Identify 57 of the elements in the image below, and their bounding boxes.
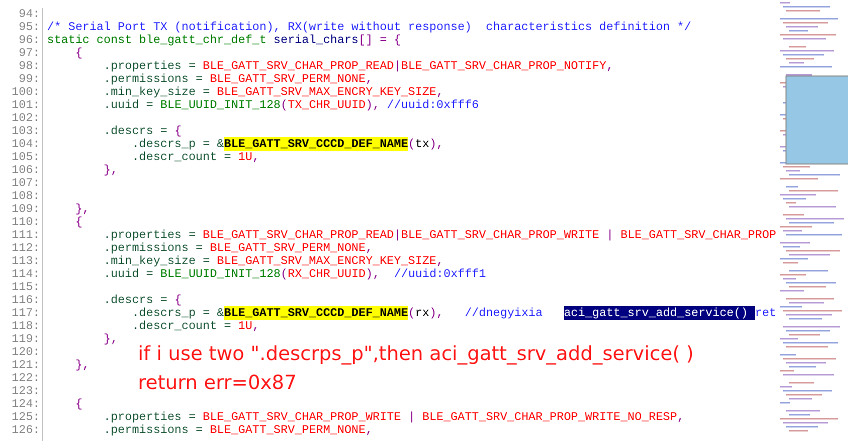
code-line: .permissions = BLE_GATT_SRV_PERM_NONE, (102, 242, 373, 255)
line-number: 117: (12, 307, 40, 320)
code-line: }, (102, 333, 118, 346)
line-number: 101: (12, 99, 40, 112)
line-number: 121: (12, 359, 40, 372)
line-number: 118: (12, 320, 40, 333)
line-number: 105: (12, 151, 40, 164)
code-line: { (74, 47, 82, 60)
line-number: 115: (12, 281, 40, 294)
code-line: }, (102, 164, 118, 177)
code-line: .min_key_size = BLE_GATT_SRV_MAX_ENCRY_KEY_SIZE, (102, 86, 444, 99)
code-line: static const ble_gatt_chr_def_t serial_chars[] = { (47, 34, 401, 47)
code-line: }, (74, 359, 90, 372)
line-number: 99: (18, 73, 40, 86)
code-line: /* Serial Port TX (notification), RX(write without response) characteristics definition */ (47, 21, 692, 34)
line-number: 112: (12, 242, 40, 255)
line-number: 125: (12, 411, 40, 424)
code-line: .uuid = BLE_UUID_INIT_128(RX_CHR_UUID), //uuid:0xfff1 (102, 268, 486, 281)
code-line: .properties = BLE_GATT_SRV_CHAR_PROP_READ|BLE_GATT_SRV_CHAR_PROP_NOTIFY, (102, 60, 614, 73)
code-line: .permissions = BLE_GATT_SRV_PERM_NONE, (102, 424, 373, 437)
line-number: 108: (12, 190, 40, 203)
line-number: 102: (12, 112, 40, 125)
code-line: .descr_count = 1U, (130, 320, 260, 333)
line-number: 123: (12, 385, 40, 398)
line-number: 98: (18, 60, 40, 73)
line-number: 95: (18, 21, 40, 34)
line-number: 111: (12, 229, 40, 242)
line-number: 122: (12, 372, 40, 385)
line-number: 100: (12, 86, 40, 99)
code-line: .properties = BLE_GATT_SRV_CHAR_PROP_READ|BLE_GATT_SRV_CHAR_PROP_WRITE | BLE_GATT_SRV_CHAR_PROP (102, 229, 776, 242)
code-line: .descrs_p = &BLE_GATT_SRV_CCCD_DEF_NAME(rx), //dnegyixia aci_gatt_srv_add_service() ret (130, 307, 776, 320)
line-number: 116: (12, 294, 40, 307)
line-number: 96: (18, 34, 40, 47)
line-number: 124: (12, 398, 40, 411)
line-number: 109: (12, 203, 40, 216)
code-line: .descrs = { (102, 125, 182, 138)
code-line: .properties = BLE_GATT_SRV_CHAR_PROP_WRITE | BLE_GATT_SRV_CHAR_PROP_WRITE_NO_RESP, (102, 411, 684, 424)
code-line: .descrs = { (102, 294, 182, 307)
line-number: 103: (12, 125, 40, 138)
line-number: 97: (18, 47, 40, 60)
line-number: 106: (12, 164, 40, 177)
line-number: 113: (12, 255, 40, 268)
code-line: .uuid = BLE_UUID_INIT_128(TX_CHR_UUID), //uuid:0xfff6 (102, 99, 479, 112)
code-line: }, (74, 203, 90, 216)
line-number: 120: (12, 346, 40, 359)
code-line: { (74, 398, 82, 411)
code-line: { (74, 216, 82, 229)
code-line: .permissions = BLE_GATT_SRV_PERM_NONE, (102, 73, 373, 86)
line-number: 94: (18, 8, 40, 21)
line-number: 126: (12, 424, 40, 437)
code-line: .min_key_size = BLE_GATT_SRV_MAX_ENCRY_KEY_SIZE, (102, 255, 444, 268)
line-number: 107: (12, 177, 40, 190)
line-number: 104: (12, 138, 40, 151)
code-line: .descr_count = 1U, (130, 151, 260, 164)
line-number: 110: (12, 216, 40, 229)
line-number: 114: (12, 268, 40, 281)
line-number: 119: (12, 333, 40, 346)
